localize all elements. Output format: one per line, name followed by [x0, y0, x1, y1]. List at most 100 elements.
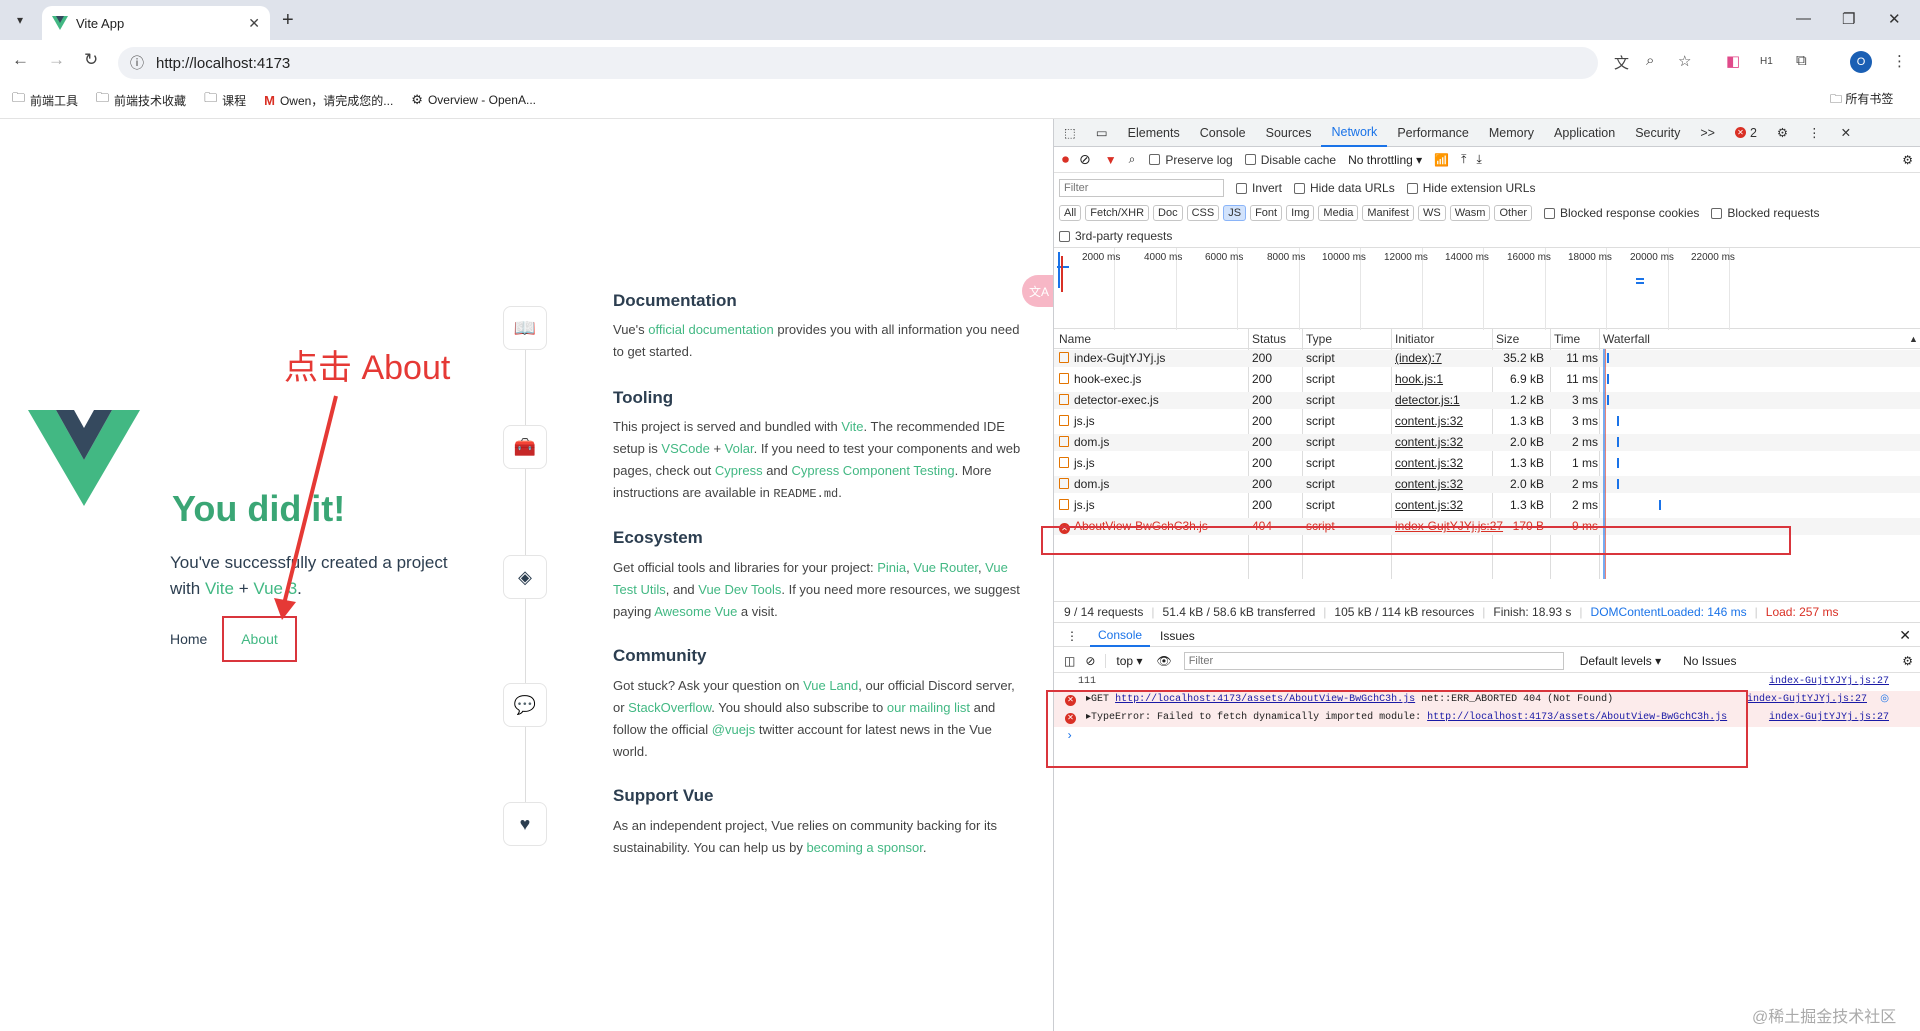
tab-search-button[interactable]: ▾ [8, 8, 32, 32]
cell-initiator[interactable]: content.js:32 [1395, 497, 1463, 514]
drawer-tab-issues[interactable]: Issues [1150, 626, 1205, 646]
preserve-log-checkbox[interactable]: Preserve log [1149, 153, 1233, 167]
table-row[interactable]: js.js 200 script content.js:32 1.3 kB 1 ms [1054, 455, 1920, 472]
table-row[interactable]: js.js 200 script content.js:32 1.3 kB 2 ms [1054, 497, 1920, 514]
network-conditions-icon[interactable]: 📶 [1434, 153, 1449, 167]
extensions-puzzle-icon[interactable]: ⧉ [1796, 52, 1807, 69]
chip-js[interactable]: JS [1223, 205, 1247, 221]
error-counter[interactable]: ✕ 2 [1725, 119, 1767, 147]
source-link[interactable]: index-GujtYJYj.js:27 [1747, 691, 1867, 709]
source-link[interactable]: index-GujtYJYj.js:27 [1769, 709, 1889, 727]
network-panel-icon[interactable]: ◎ [1880, 691, 1889, 709]
chip-img[interactable]: Img [1286, 205, 1315, 221]
disable-cache-checkbox[interactable]: Disable cache [1244, 153, 1336, 167]
chip-ws[interactable]: WS [1417, 205, 1446, 221]
source-link[interactable]: index-GujtYJYj.js:27 [1769, 673, 1889, 691]
sidebar-toggle-icon[interactable]: ◫ [1064, 654, 1075, 668]
stackoverflow-link[interactable]: StackOverflow [628, 700, 711, 715]
chip-doc[interactable]: Doc [1153, 205, 1183, 221]
clear-console-icon[interactable]: ⊘ [1085, 654, 1095, 668]
column-header-initiator[interactable]: Initiator [1395, 329, 1434, 349]
chip-fetch-xhr[interactable]: Fetch/XHR [1085, 205, 1150, 221]
context-select[interactable]: top ▾ [1105, 653, 1142, 668]
network-settings-icon[interactable]: ⚙ [1902, 153, 1913, 167]
bookmark-folder[interactable]: 🗀 前端工具 [12, 89, 78, 111]
blocked-cookies-checkbox[interactable]: Blocked response cookies [1543, 206, 1699, 220]
cypress-link[interactable]: Cypress [715, 463, 763, 478]
bookmark-gmail[interactable]: M Owen，请完成您的... [264, 92, 393, 109]
tab-elements[interactable]: Elements [1118, 119, 1190, 147]
cell-initiator[interactable]: content.js:32 [1395, 455, 1463, 472]
table-row[interactable]: dom.js 200 script content.js:32 2.0 kB 2 ms [1054, 434, 1920, 451]
record-stop-icon[interactable]: ⏺ [1062, 151, 1069, 168]
forward-arrow-icon[interactable]: → [48, 50, 65, 70]
vue-land-link[interactable]: Vue Land [803, 678, 858, 693]
docs-link[interactable]: official documentation [648, 322, 774, 337]
translate-icon[interactable]: 文 [1614, 52, 1629, 73]
blocked-requests-checkbox[interactable]: Blocked requests [1711, 206, 1819, 220]
restore-icon[interactable]: ❐ [1842, 10, 1855, 28]
vuejs-twitter-link[interactable]: @vuejs [712, 722, 756, 737]
column-header-size[interactable]: Size [1496, 329, 1519, 349]
menu-kebab-icon[interactable]: ⋮ [1892, 52, 1907, 70]
nav-about-link[interactable]: About [222, 616, 297, 662]
cell-initiator[interactable]: content.js:32 [1395, 476, 1463, 493]
mailing-list-link[interactable]: our mailing list [887, 700, 970, 715]
bookmark-folder[interactable]: 🗀 课程 [204, 89, 246, 111]
table-row[interactable]: index-GujtYJYj.js 200 script (index):7 35.2 … [1054, 350, 1920, 367]
extension-translate-icon[interactable]: ◧ [1726, 52, 1740, 70]
tab-performance[interactable]: Performance [1387, 119, 1479, 147]
hide-extension-urls-checkbox[interactable]: Hide extension URLs [1406, 181, 1535, 195]
cypress-component-link[interactable]: Cypress Component Testing [792, 463, 955, 478]
back-arrow-icon[interactable]: ← [12, 50, 29, 70]
address-bar[interactable]: ⓘ http://localhost:4173 [118, 47, 1598, 79]
reload-icon[interactable]: ↻ [84, 50, 98, 70]
table-row[interactable]: hook-exec.js 200 script hook.js:1 6.9 kB 11 m… [1054, 371, 1920, 388]
filter-funnel-icon[interactable]: ▼ [1105, 153, 1117, 167]
column-header-type[interactable]: Type [1306, 329, 1332, 349]
cell-initiator[interactable]: detector.js:1 [1395, 392, 1460, 409]
translate-float-button[interactable]: 文A [1022, 275, 1056, 307]
table-row[interactable]: dom.js 200 script content.js:32 2.0 kB 2 ms [1054, 476, 1920, 493]
network-filter-input[interactable] [1059, 179, 1224, 197]
volar-link[interactable]: Volar [725, 441, 754, 456]
column-header-status[interactable]: Status [1252, 329, 1286, 349]
new-tab-button[interactable]: + [282, 9, 294, 32]
chip-font[interactable]: Font [1250, 205, 1283, 221]
invert-checkbox[interactable]: Invert [1236, 181, 1282, 195]
column-header-name[interactable]: Name [1059, 329, 1091, 349]
vscode-link[interactable]: VSCode [661, 441, 709, 456]
log-levels-select[interactable]: Default levels ▾ [1580, 654, 1661, 668]
network-overview-timeline[interactable]: 2000 ms 4000 ms 6000 ms 8000 ms 10000 ms… [1054, 247, 1920, 330]
import-har-icon[interactable]: ⤒ [1461, 152, 1466, 167]
chip-media[interactable]: Media [1318, 205, 1359, 221]
issues-count[interactable]: No Issues [1683, 654, 1736, 668]
hide-data-urls-checkbox[interactable]: Hide data URLs [1294, 181, 1395, 195]
tab-security[interactable]: Security [1625, 119, 1690, 147]
profile-avatar[interactable]: O [1850, 51, 1872, 73]
tab-application[interactable]: Application [1544, 119, 1625, 147]
cell-initiator[interactable]: (index):7 [1395, 350, 1442, 367]
close-tab-icon[interactable]: ✕ [248, 15, 260, 32]
chip-all[interactable]: All [1059, 205, 1082, 221]
bookmark-star-icon[interactable]: ☆ [1678, 52, 1691, 70]
inspect-element-icon[interactable]: ⬚ [1054, 119, 1086, 147]
drawer-menu-icon[interactable]: ⋮ [1066, 629, 1078, 643]
tab-network[interactable]: Network [1321, 119, 1388, 147]
tab-sources[interactable]: Sources [1256, 119, 1322, 147]
bookmark-openai[interactable]: ⚙ Overview - OpenA... [411, 92, 536, 108]
throttling-select[interactable]: No throttling ▾ [1348, 153, 1422, 167]
all-bookmarks[interactable]: 🗀 所有书签 [1830, 90, 1893, 111]
chip-css[interactable]: CSS [1186, 205, 1220, 221]
third-party-checkbox[interactable]: 3rd-party requests [1059, 229, 1172, 243]
browser-tab[interactable]: Vite App ✕ [42, 6, 270, 40]
cell-initiator[interactable]: content.js:32 [1395, 434, 1463, 451]
vue-router-link[interactable]: Vue Router [913, 560, 978, 575]
cell-initiator[interactable]: content.js:32 [1395, 413, 1463, 430]
tab-memory[interactable]: Memory [1479, 119, 1544, 147]
vite-link[interactable]: Vite [841, 419, 863, 434]
awesome-vue-link[interactable]: Awesome Vue [654, 604, 737, 619]
sponsor-link[interactable]: becoming a sponsor [806, 840, 922, 855]
window-close-icon[interactable]: ✕ [1888, 10, 1901, 28]
tab-console[interactable]: Console [1190, 119, 1256, 147]
